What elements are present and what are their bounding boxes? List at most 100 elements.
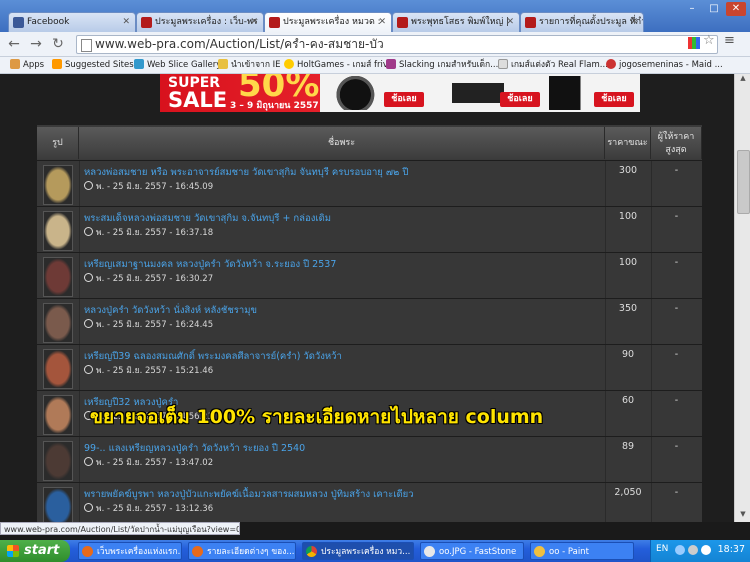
item-title-link[interactable]: พรายพยัคฆ์บูรพา หลวงปู่บัวแกะพยัคฆ์เนื้อ… bbox=[84, 487, 604, 502]
taskbar-item-chrome[interactable]: ประมูลพระเครื่อง หมว... bbox=[302, 542, 414, 560]
current-price: 100 bbox=[618, 257, 638, 268]
status-url: www.web-pra.com/Auction/List/วัดปากน้ำ-แ… bbox=[0, 522, 240, 535]
maximize-button[interactable]: □ bbox=[704, 2, 724, 16]
column-divider bbox=[79, 437, 80, 483]
item-title-link[interactable]: หลวงปู่ครำ วัดวังหว้า นั่งสิงห์ หลังชัชร… bbox=[84, 303, 604, 318]
menu-icon[interactable]: ≡ bbox=[724, 34, 735, 47]
forward-icon[interactable]: → bbox=[28, 35, 44, 53]
amulet-thumbnail[interactable] bbox=[43, 395, 73, 435]
close-icon[interactable]: ✕ bbox=[378, 13, 386, 32]
tab-auction-category[interactable]: ประมูลพระเครื่อง หมวด : ✕ bbox=[264, 12, 392, 33]
bookmark-slacking[interactable]: Slacking เกมสำหรับเด็ก... bbox=[386, 58, 498, 72]
bookmark-apps[interactable]: Apps bbox=[10, 58, 44, 72]
table-row[interactable]: พรายพยัคฆ์บูรพา หลวงปู่บัวแกะพยัคฆ์เนื้อ… bbox=[37, 482, 702, 522]
scroll-up-icon[interactable]: ▲ bbox=[735, 74, 750, 86]
tab-facebook[interactable]: Facebook ✕ bbox=[8, 12, 136, 32]
tab-my-bids[interactable]: รายการที่คุณตั้งประมูล ที่กำ ✕ bbox=[520, 12, 644, 32]
address-bar[interactable]: www.web-pra.com/Auction/List/ครำ-คง-สมชา… bbox=[76, 35, 718, 54]
column-divider bbox=[79, 483, 80, 522]
header-name[interactable]: ชื่อพระ bbox=[79, 127, 605, 159]
buy-now-button[interactable]: ช้อเลย bbox=[500, 92, 540, 107]
holtgames-icon bbox=[284, 59, 294, 69]
item-title-link[interactable]: 99-.. แลงเหรียญหลวงปู่ครำ วัดวังหว้า ระย… bbox=[84, 441, 604, 456]
page-scrollbar[interactable]: ▲ ▼ bbox=[734, 74, 750, 522]
amulet-thumbnail[interactable] bbox=[43, 303, 73, 343]
bookmark-jogosemeninas[interactable]: jogosemeninas - Maid ... bbox=[606, 58, 723, 72]
item-title-link[interactable]: เหรียญเสมาฐานมงคล หลวงปู่ครำ วัดวังหว้า … bbox=[84, 257, 604, 272]
item-title-link[interactable]: หลวงพ่อสมชาย หรือ พระอาจารย์สมชาย วัดเขา… bbox=[84, 165, 604, 180]
current-price: 300 bbox=[618, 165, 638, 176]
taskbar-item-paint[interactable]: oo - Paint bbox=[530, 542, 634, 560]
dashcam-product-image bbox=[452, 76, 504, 110]
table-row[interactable]: หลวงปู่ครำ วัดวังหว้า นั่งสิงห์ หลังชัชร… bbox=[37, 298, 702, 345]
item-end-time: พ. - 25 มิ.ย. 2557 - 16:37.18 bbox=[84, 225, 213, 239]
top-bidder: - bbox=[674, 165, 679, 176]
language-indicator[interactable]: EN bbox=[656, 544, 668, 554]
buy-now-button[interactable]: ช้อเลย bbox=[384, 92, 424, 107]
page-icon bbox=[81, 39, 92, 52]
page-icon bbox=[498, 59, 508, 69]
close-icon[interactable]: ✕ bbox=[122, 13, 130, 32]
header-bidder[interactable]: ผู้ให้ราคาสูงสุด bbox=[651, 127, 702, 159]
table-row[interactable]: เหรียญเสมาฐานมงคล หลวงปู่ครำ วัดวังหว้า … bbox=[37, 252, 702, 299]
amulet-thumbnail[interactable] bbox=[43, 349, 73, 389]
bookmark-import-ie[interactable]: นำเข้าจาก IE bbox=[218, 58, 281, 72]
tab-auction-home[interactable]: ประมูลพระเครื่อง : เว็บ-พร ✕ bbox=[136, 12, 264, 32]
amulet-thumbnail[interactable] bbox=[43, 441, 73, 481]
close-icon[interactable]: ✕ bbox=[630, 13, 638, 32]
close-icon[interactable]: ✕ bbox=[250, 13, 258, 32]
amulet-thumbnail[interactable] bbox=[43, 165, 73, 205]
current-price: 350 bbox=[618, 303, 638, 314]
clock-icon bbox=[84, 503, 93, 512]
buy-now-button[interactable]: ช้อเลย bbox=[594, 92, 634, 107]
taskbar-item-faststone[interactable]: oo.JPG - FastStone bbox=[420, 542, 524, 560]
tab-label: รายการที่คุณตั้งประมูล ที่กำ bbox=[539, 17, 644, 27]
table-row[interactable]: พระสมเด็จหลวงพ่อสมชาย วัดเขาสุกิม จ.จันท… bbox=[37, 206, 702, 253]
scrollbar-thumb[interactable] bbox=[737, 150, 750, 214]
tab-phra-sothon[interactable]: พระพุทธโสธร พิมพ์ใหญ่ | ✕ bbox=[392, 12, 520, 32]
start-button[interactable]: start bbox=[0, 540, 70, 562]
table-row[interactable]: 99-.. แลงเหรียญหลวงปู่ครำ วัดวังหว้า ระย… bbox=[37, 436, 702, 483]
table-row[interactable]: เหรียญปี39 ฉลองสมณศักดิ์ พระมงคลศีลาจารย… bbox=[37, 344, 702, 391]
table-row[interactable]: หลวงพ่อสมชาย หรือ พระอาจารย์สมชาย วัดเขา… bbox=[37, 160, 702, 207]
item-title-link[interactable]: เหรียญปี39 ฉลองสมณศักดิ์ พระมงคลศีลาจารย… bbox=[84, 349, 604, 364]
auction-table: รูป ชื่อพระ ราคาขณะนี้ ผู้ให้ราคาสูงสุด … bbox=[37, 125, 702, 522]
close-icon[interactable]: ✕ bbox=[506, 13, 514, 32]
extension-icon[interactable] bbox=[688, 37, 700, 49]
tray-clock[interactable]: 18:37 bbox=[718, 544, 745, 555]
firefox-icon bbox=[82, 546, 93, 557]
browser-toolbar: ← → ↻ www.web-pra.com/Auction/List/ครำ-ค… bbox=[0, 32, 750, 57]
volume-icon[interactable] bbox=[701, 545, 711, 555]
watch-product-image bbox=[332, 76, 384, 110]
minimize-button[interactable]: – bbox=[682, 2, 702, 16]
bookmark-holtgames[interactable]: HoltGames - เกมส์ friv bbox=[284, 58, 388, 72]
page-content: SUPER SALE 50% 3 – 9 มิถุนายน 2557 ช้อเล… bbox=[0, 74, 734, 522]
taskbar-item-firefox-2[interactable]: รายละเอียดต่างๆ ของ... bbox=[188, 542, 296, 560]
address-url: www.web-pra.com/Auction/List/ครำ-คง-สมชา… bbox=[95, 37, 384, 51]
bookmark-real-flame[interactable]: เกมส์แต่งตัว Real Flam... bbox=[498, 58, 608, 72]
scroll-down-icon[interactable]: ▼ bbox=[735, 510, 750, 522]
folder-icon bbox=[218, 59, 228, 69]
back-icon[interactable]: ← bbox=[6, 35, 22, 53]
help-icon[interactable] bbox=[675, 545, 685, 555]
promo-banner[interactable]: SUPER SALE 50% 3 – 9 มิถุนายน 2557 ช้อเล… bbox=[160, 74, 640, 112]
network-icon[interactable] bbox=[688, 545, 698, 555]
amulet-thumbnail[interactable] bbox=[43, 257, 73, 297]
site-icon bbox=[269, 17, 280, 28]
item-end-time: พ. - 25 มิ.ย. 2557 - 16:24.45 bbox=[84, 317, 213, 331]
heart-icon bbox=[606, 59, 616, 69]
star-icon[interactable]: ☆ bbox=[703, 34, 715, 47]
header-price[interactable]: ราคาขณะนี้ bbox=[605, 127, 651, 180]
amulet-thumbnail[interactable] bbox=[43, 211, 73, 251]
tab-label: ประมูลพระเครื่อง : เว็บ-พร bbox=[155, 17, 258, 27]
item-title-link[interactable]: พระสมเด็จหลวงพ่อสมชาย วัดเขาสุกิม จ.จันท… bbox=[84, 211, 604, 226]
close-window-button[interactable]: ✕ bbox=[726, 2, 746, 16]
site-icon bbox=[141, 17, 152, 28]
reload-icon[interactable]: ↻ bbox=[50, 35, 66, 53]
amulet-thumbnail[interactable] bbox=[43, 487, 73, 522]
bookmark-web-slice[interactable]: Web Slice Gallery bbox=[134, 58, 221, 72]
top-bidder: - bbox=[674, 349, 679, 360]
taskbar-item-firefox-1[interactable]: เว็บพระเครื่องแห่งแรก... bbox=[78, 542, 182, 560]
bookmark-suggested-sites[interactable]: Suggested Sites bbox=[52, 58, 134, 72]
column-divider bbox=[79, 391, 80, 437]
